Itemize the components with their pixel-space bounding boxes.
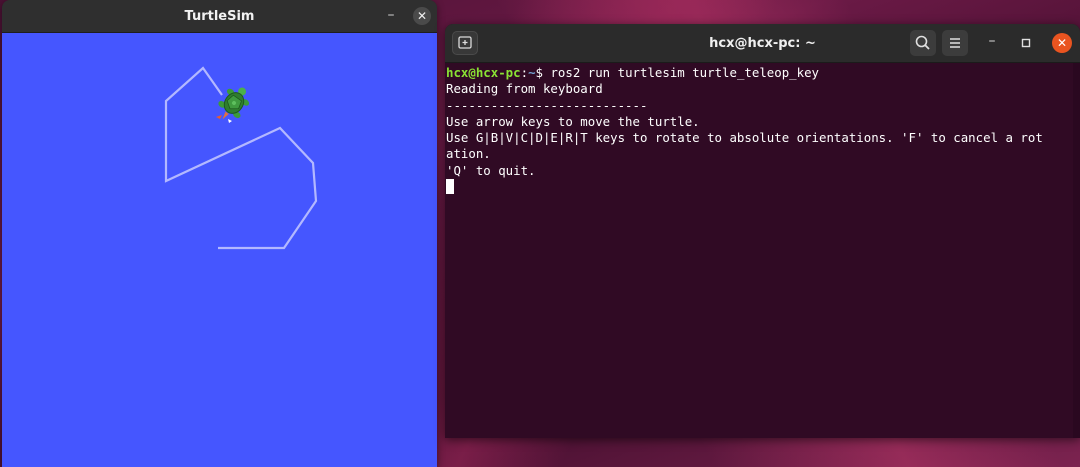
- close-icon[interactable]: ✕: [1052, 33, 1072, 53]
- output-line: Reading from keyboard: [446, 81, 603, 97]
- output-line: Use arrow keys to move the turtle.: [446, 113, 700, 129]
- terminal-window: hcx@hcx-pc: ~ – ✕ hcx@hcx-pc:~$ ros2 run…: [445, 24, 1080, 438]
- output-line: ation.: [446, 146, 491, 162]
- prompt-line: hcx@hcx-pc:~$ ros2 run turtlesim turtle_…: [446, 65, 1080, 81]
- hamburger-menu-icon[interactable]: [942, 30, 968, 56]
- turtlesim-titlebar[interactable]: TurtleSim – ✕: [2, 0, 437, 33]
- minimize-icon[interactable]: –: [382, 8, 400, 26]
- turtle-sprite-icon: [218, 87, 250, 120]
- turtlesim-window: TurtleSim – ✕: [2, 0, 437, 467]
- terminal-scrollbar[interactable]: [1073, 63, 1080, 438]
- command-text: ros2 run turtlesim turtle_teleop_key: [550, 65, 820, 80]
- terminal-output[interactable]: hcx@hcx-pc:~$ ros2 run turtlesim turtle_…: [445, 63, 1080, 438]
- turtle-canvas: [2, 33, 437, 467]
- turtle-trail-svg: [164, 66, 318, 250]
- prompt-symbol: $: [535, 65, 551, 80]
- output-line: Use G|B|V|C|D|E|R|T keys to rotate to ab…: [446, 130, 1043, 146]
- cursor-line: [446, 179, 1080, 195]
- maximize-icon[interactable]: [1017, 34, 1035, 52]
- text-cursor: [446, 179, 454, 195]
- search-icon[interactable]: [910, 30, 936, 56]
- minimize-icon[interactable]: –: [983, 34, 1001, 52]
- prompt-separator: :: [520, 65, 529, 80]
- window-title: TurtleSim: [184, 9, 255, 24]
- terminal-titlebar[interactable]: hcx@hcx-pc: ~ – ✕: [445, 24, 1080, 63]
- prompt-path: ~: [528, 65, 536, 80]
- output-line: 'Q' to quit.: [446, 162, 536, 178]
- output-line: ---------------------------: [446, 97, 648, 113]
- prompt-user-host: hcx@hcx-pc: [446, 65, 521, 80]
- close-icon[interactable]: ✕: [413, 7, 431, 25]
